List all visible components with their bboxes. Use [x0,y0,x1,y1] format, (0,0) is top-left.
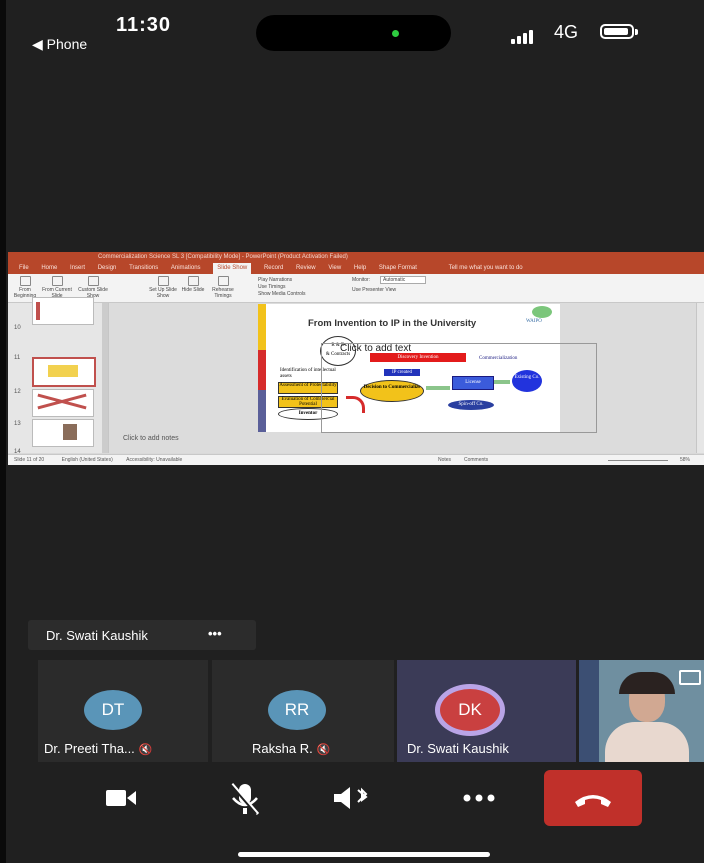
tell-me-box[interactable]: Tell me what you want to do [449,263,523,274]
tab-animations[interactable]: Animations [171,263,201,274]
microphone-button[interactable] [196,770,294,826]
home-indicator[interactable] [238,852,490,857]
more-button[interactable] [430,770,528,826]
camera-indicator-icon [392,30,399,37]
avatar: RR [268,690,326,730]
rehearse-timings-button[interactable]: Rehearse Timings [208,276,238,299]
status-bar: 11:30 ◀ Phone 4G [6,0,704,62]
hide-slide-button[interactable]: Hide Slide [178,276,208,293]
tab-insert[interactable]: Insert [70,263,85,274]
monitor-label: Monitor: [352,277,371,283]
video-camera-icon [106,790,136,806]
logo-text: WAIPO [526,319,542,324]
tab-transitions[interactable]: Transitions [129,263,158,274]
avatar: DT [84,690,142,730]
comments-toggle[interactable]: Comments [464,455,488,465]
signal-icon [511,26,535,44]
setup-slide-show-button[interactable]: Set Up Slide Show [148,276,178,299]
participant-tile-active-speaker[interactable]: DK Dr. Swati Kaushik [397,660,576,762]
screen: 11:30 ◀ Phone 4G Commercialization Scien… [6,0,704,863]
muted-mic-icon: 🔇 [138,744,153,756]
slide-thumbnail-selected[interactable] [32,357,96,387]
participant-name: Dr. Swati Kaushik [407,741,509,756]
slide-title: From Invention to IP in the University [308,318,477,329]
dynamic-island [256,15,451,51]
from-current-button[interactable]: From Current Slide [42,276,72,299]
pinned-speaker-chip[interactable]: Dr. Swati Kaushik ••• [28,620,256,650]
slide-info: Slide 11 of 20 [14,457,45,463]
muted-mic-icon [229,783,260,815]
tab-slide-show[interactable]: Slide Show [213,263,252,274]
avatar: DK [435,684,505,736]
show-media-checkbox[interactable]: Show Media Controls [258,291,306,298]
camera-button[interactable] [72,770,170,826]
participant-name: Raksha R. [252,741,313,756]
participant-tile[interactable]: DT Dr. Preeti Tha... 🔇 [38,660,208,762]
tab-record[interactable]: Record [264,263,283,274]
end-call-button[interactable] [544,770,642,826]
participant-name: Dr. Preeti Tha... [44,741,135,756]
monitor-select[interactable]: Automatic [380,276,427,284]
waipo-logo [532,306,552,318]
clock: 11:30 [116,14,172,36]
slide-number: 13 [14,421,21,427]
muted-mic-icon: 🔇 [316,744,331,756]
audio-output-button[interactable] [306,770,404,826]
participant-name-row: Raksha R. 🔇 [252,741,330,756]
more-options-icon[interactable]: ••• [208,626,222,641]
back-to-phone-link[interactable]: ◀ Phone [32,36,87,53]
tab-view[interactable]: View [328,263,341,274]
participant-name-row: Dr. Preeti Tha... 🔇 [44,741,153,756]
ppt-ribbon-tabs: File Home Insert Design Transitions Anim… [8,263,704,274]
network-type: 4G [554,22,579,42]
notes-placeholder[interactable]: Click to add notes [123,435,179,442]
tab-help[interactable]: Help [354,263,366,274]
zoom-slider[interactable] [608,460,668,461]
ellipsis-icon [463,794,495,802]
custom-show-button[interactable]: Custom Slide Show [78,276,108,299]
notes-toggle[interactable]: Notes [438,455,451,465]
play-narrations-checkbox[interactable]: Play Narrations [258,277,306,284]
placeholder-selection [321,343,597,433]
slide-thumbnail[interactable] [32,297,94,325]
accessibility-status[interactable]: Accessibility: Unavailable [126,457,182,463]
tab-design[interactable]: Design [98,263,117,274]
hang-up-icon [575,795,611,807]
battery-icon [600,24,638,39]
language: English (United States) [61,457,113,463]
editor-scrollbar[interactable] [696,303,704,453]
pinned-speaker-name: Dr. Swati Kaushik [46,628,148,643]
setup-checkboxes: Play Narrations Use Timings Show Media C… [258,277,306,298]
slide-thumbnail[interactable] [32,389,94,417]
switch-camera-icon[interactable] [679,670,701,685]
tab-home[interactable]: Home [41,263,57,274]
slide-number: 11 [14,355,21,361]
ppt-status-bar: Slide 11 of 20 English (United States) A… [8,454,704,465]
speaker-bluetooth-icon [334,787,368,809]
presenter-view-checkbox[interactable]: Use Presenter View [352,287,396,293]
thumbnail-scrollbar[interactable] [102,303,108,453]
ppt-ribbon: From Beginning From Current Slide Custom… [8,274,704,303]
slide-thumbnails: 10 11 12 13 14 [8,297,109,455]
slide-number: 10 [14,325,21,331]
participant-tile[interactable]: RR Raksha R. 🔇 [212,660,394,762]
use-timings-checkbox[interactable]: Use Timings [258,284,306,291]
from-beginning-button[interactable]: From Beginning [10,276,40,299]
ppt-title-bar: Commercialization Science SL 3 [Compatib… [8,252,704,263]
self-video[interactable] [579,660,704,762]
tab-shape-format[interactable]: Shape Format [379,263,417,274]
slide-thumbnail[interactable] [32,419,94,447]
zoom-level: 58% [680,457,691,463]
slide-number: 12 [14,389,21,395]
tab-review[interactable]: Review [296,263,316,274]
tab-file[interactable]: File [19,263,29,274]
